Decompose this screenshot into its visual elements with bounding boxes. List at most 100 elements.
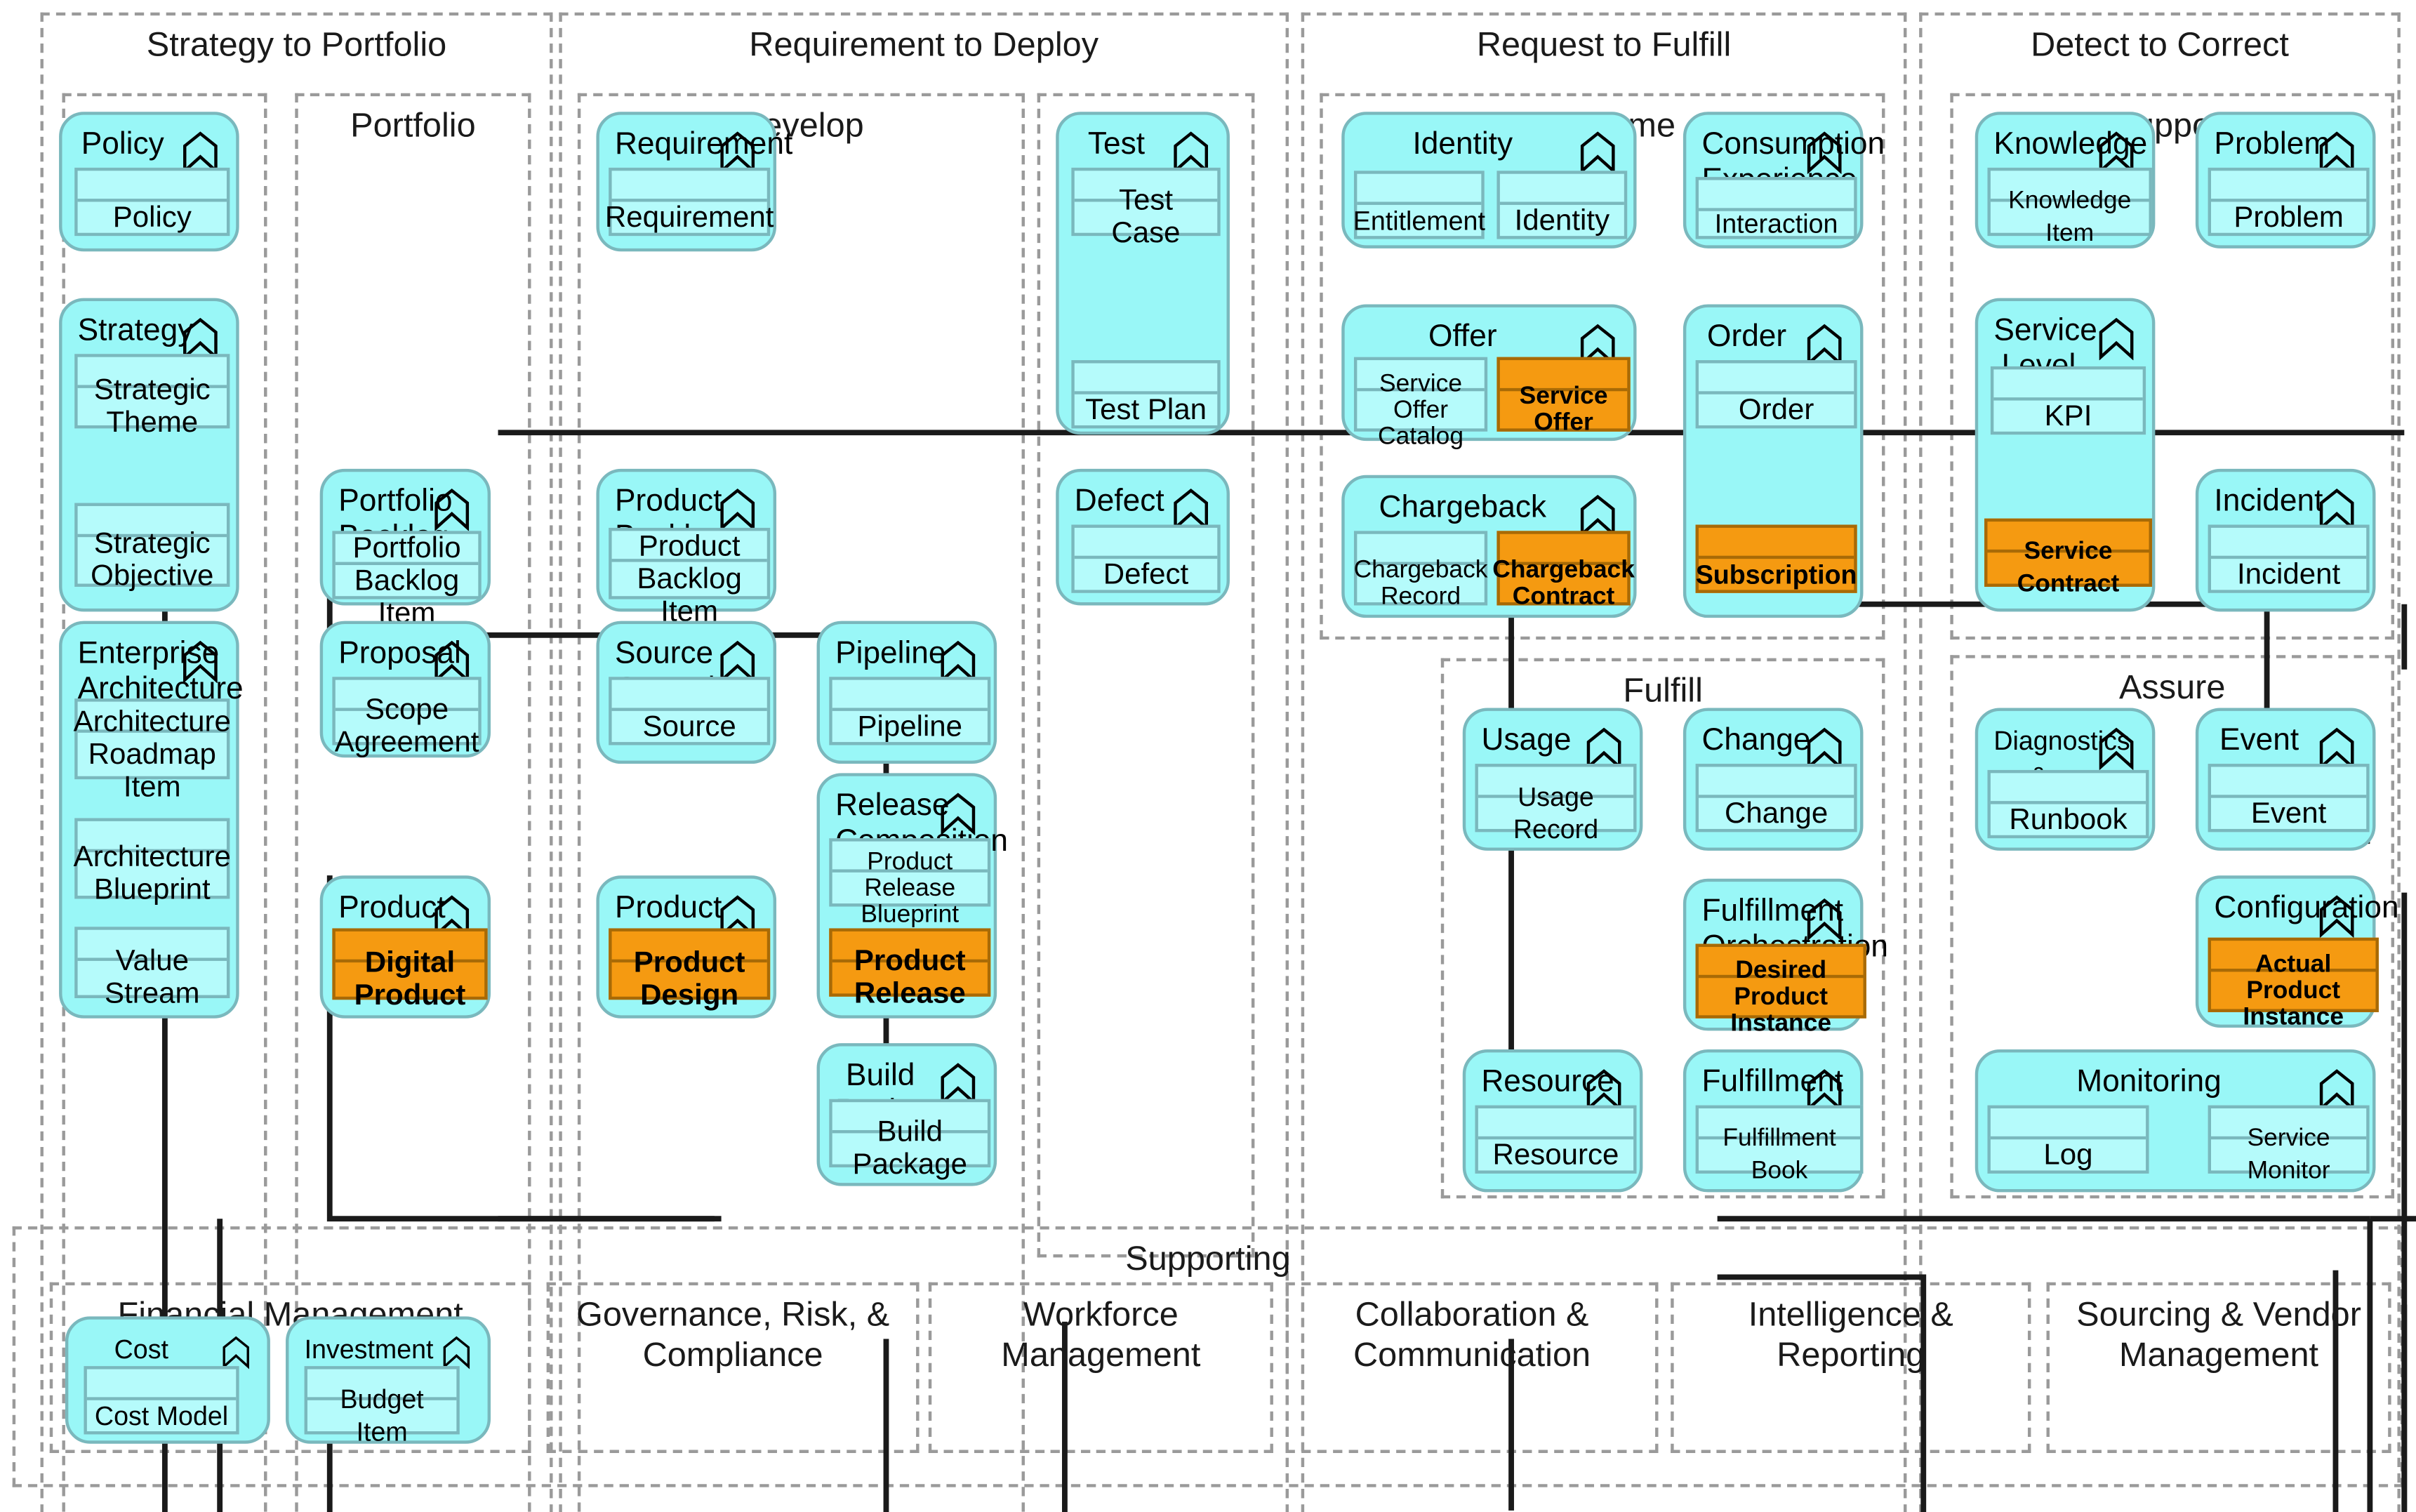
group-monitoring[interactable]: Monitoring Log Service Monitor bbox=[1974, 1049, 2376, 1193]
group-enterprise-architecture[interactable]: Enterprise Architecture Architecture Roa… bbox=[59, 621, 244, 1019]
group-product-backlog[interactable]: Product Backlog Product Backlog Item bbox=[596, 468, 777, 628]
item-chargeback-record[interactable]: Chargeback Record bbox=[1354, 531, 1487, 610]
group-cost-modeling[interactable]: Cost Modeling Cost Model bbox=[65, 1316, 270, 1444]
item-kpi[interactable]: KPI bbox=[1990, 366, 2146, 435]
group-product-portfolio[interactable]: Product Portfolio Digital Product bbox=[319, 875, 491, 1019]
item-actual-product-instance[interactable]: Actual Product Instance bbox=[2208, 937, 2379, 1030]
group-fulfillment[interactable]: Fulfillment Fulfillment Book bbox=[1682, 1049, 1864, 1193]
item-problem[interactable]: Problem bbox=[2208, 167, 2370, 237]
item-portfolio-backlog-item[interactable]: Portfolio Backlog Item bbox=[332, 531, 482, 630]
item-service-monitor[interactable]: Service Monitor bbox=[2208, 1105, 2370, 1184]
group-diagnostics-remediation[interactable]: Diagnostics & Remediation Runbook bbox=[1974, 708, 2156, 851]
item-header-bar bbox=[611, 171, 767, 202]
group-problem[interactable]: Problem Problem bbox=[2195, 112, 2376, 248]
group-source-control[interactable]: Source Control Source bbox=[596, 621, 777, 764]
item-resource[interactable]: Resource bbox=[1475, 1105, 1637, 1174]
item-label: Value Stream bbox=[105, 945, 200, 1011]
group-resource[interactable]: Resource Resource bbox=[1462, 1049, 1643, 1193]
item-policy[interactable]: Policy bbox=[74, 167, 230, 237]
group-service-level[interactable]: Service Level KPI Service Contract bbox=[1974, 298, 2156, 612]
sub-lane-title: Workforce Management bbox=[1001, 1294, 1201, 1374]
item-label: KPI bbox=[2044, 399, 2092, 432]
group-investment[interactable]: Investment Budget Item bbox=[286, 1316, 491, 1447]
lane-title: Requirement to Deploy bbox=[749, 25, 1099, 64]
group-incident[interactable]: Incident Incident bbox=[2195, 468, 2376, 612]
item-product-design[interactable]: Product Design bbox=[609, 928, 771, 1012]
item-fulfillment-book[interactable]: Fulfillment Book bbox=[1695, 1105, 1864, 1184]
item-change[interactable]: Change bbox=[1695, 764, 1857, 833]
group-identity[interactable]: Identity Entitlement Identity bbox=[1341, 112, 1637, 248]
item-architecture-roadmap-item[interactable]: Architecture Roadmap Item bbox=[73, 698, 231, 804]
group-configuration[interactable]: Configuration Actual Product Instance bbox=[2195, 875, 2399, 1030]
item-budget-item[interactable]: Budget Item bbox=[304, 1366, 460, 1447]
group-requirement[interactable]: Requirement Requirement bbox=[596, 112, 792, 252]
item-pipeline[interactable]: Pipeline bbox=[829, 677, 991, 745]
item-interaction[interactable]: Interaction bbox=[1695, 177, 1857, 239]
item-chargeback-contract[interactable]: Chargeback Contract bbox=[1492, 531, 1635, 610]
item-product-release[interactable]: Product Release bbox=[829, 928, 991, 1011]
item-product-backlog-item[interactable]: Product Backlog Item bbox=[609, 527, 771, 628]
item-header-bar bbox=[1699, 528, 1854, 559]
group-test[interactable]: Test Test Case Test Plan bbox=[1056, 112, 1230, 435]
item-subscription[interactable]: Subscription bbox=[1695, 524, 1857, 593]
group-proposal[interactable]: Proposal Scope Agreement bbox=[319, 621, 491, 759]
item-label: Architecture Roadmap Item bbox=[73, 705, 231, 804]
item-incident[interactable]: Incident bbox=[2208, 524, 2370, 593]
item-entitlement[interactable]: Entitlement bbox=[1353, 171, 1485, 239]
group-chargeback[interactable]: Chargeback Chargeback Record Chargeback … bbox=[1341, 475, 1637, 618]
item-label: Test Plan bbox=[1085, 393, 1207, 427]
item-build-package[interactable]: Build Package bbox=[829, 1099, 991, 1181]
item-service-offer[interactable]: Service Offer bbox=[1496, 357, 1631, 436]
item-defect[interactable]: Defect bbox=[1071, 524, 1221, 593]
item-strategic-theme[interactable]: Strategic Theme bbox=[74, 354, 230, 439]
item-service-contract[interactable]: Service Contract bbox=[1984, 518, 2152, 597]
item-service-offer-catalog[interactable]: Service Offer Catalog bbox=[1353, 357, 1488, 449]
item-digital-product[interactable]: Digital Product bbox=[332, 928, 488, 1012]
group-policy[interactable]: Policy Policy bbox=[59, 112, 239, 252]
group-release-composition[interactable]: Release Composition Product Release Blue… bbox=[816, 773, 1008, 1019]
item-knowledge-item[interactable]: Knowledge Item bbox=[1987, 167, 2152, 247]
group-order[interactable]: Order Order Subscription bbox=[1682, 304, 1864, 618]
group-title: Usage bbox=[1481, 723, 1572, 758]
item-label: Product Backlog Item bbox=[637, 530, 742, 628]
group-title: Enterprise Architecture bbox=[77, 636, 244, 707]
item-scope-agreement[interactable]: Scope Agreement bbox=[332, 677, 482, 759]
group-build-package[interactable]: Build Package Build Package bbox=[816, 1043, 997, 1186]
item-cost-model[interactable]: Cost Model bbox=[84, 1366, 239, 1435]
item-source[interactable]: Source bbox=[609, 677, 771, 745]
item-label: Incident bbox=[2236, 558, 2341, 591]
group-knowledge[interactable]: Knowledge Knowledge Item bbox=[1974, 112, 2156, 248]
group-portfolio-backlog[interactable]: Portfolio Backlog Portfolio Backlog Item bbox=[319, 468, 491, 630]
item-requirement[interactable]: Requirement bbox=[605, 167, 774, 237]
item-identity[interactable]: Identity bbox=[1496, 171, 1628, 239]
item-test-plan[interactable]: Test Plan bbox=[1071, 360, 1221, 429]
item-header-bar bbox=[1499, 174, 1624, 205]
sub-lane-title: Intelligence & Reporting bbox=[1748, 1294, 1953, 1374]
item-desired-product-instance[interactable]: Desired Product Instance bbox=[1695, 943, 1866, 1036]
chevron-up-icon bbox=[2099, 317, 2134, 361]
item-order[interactable]: Order bbox=[1695, 360, 1857, 429]
group-fulfillment-orchestration[interactable]: Fulfillment Orchestration Desired Produc… bbox=[1682, 878, 1888, 1036]
item-test-case[interactable]: Test Case bbox=[1071, 167, 1221, 250]
group-strategy[interactable]: Strategy Strategic Theme Strategic Objec… bbox=[59, 298, 239, 612]
item-strategic-objective[interactable]: Strategic Objective bbox=[74, 503, 230, 593]
group-defect[interactable]: Defect Defect bbox=[1056, 468, 1230, 606]
item-runbook[interactable]: Runbook bbox=[1987, 769, 2149, 839]
group-usage[interactable]: Usage Usage Record bbox=[1462, 708, 1643, 851]
group-product-design[interactable]: Product Design Product Design bbox=[596, 875, 777, 1019]
chevron-up-icon bbox=[223, 1336, 249, 1370]
item-header-bar bbox=[1699, 363, 1854, 394]
item-usage-record[interactable]: Usage Record bbox=[1475, 764, 1637, 844]
chevron-up-icon bbox=[2099, 727, 2134, 770]
group-offer[interactable]: Offer Service Offer Catalog Service Offe… bbox=[1341, 304, 1637, 449]
group-consumption-experience[interactable]: Consumption Experience Interaction bbox=[1682, 112, 1885, 248]
item-value-stream[interactable]: Value Stream bbox=[74, 927, 230, 1011]
item-architecture-blueprint[interactable]: Architecture Blueprint bbox=[74, 818, 231, 907]
group-event[interactable]: Event Event bbox=[2195, 708, 2376, 851]
item-event[interactable]: Event bbox=[2208, 764, 2370, 833]
item-label: Product Release Blueprint bbox=[861, 848, 960, 928]
item-log[interactable]: Log bbox=[1987, 1105, 2149, 1174]
group-change[interactable]: Change Change bbox=[1682, 708, 1864, 851]
item-product-release-blueprint[interactable]: Product Release Blueprint bbox=[829, 838, 991, 928]
group-pipeline[interactable]: Pipeline Pipeline bbox=[816, 621, 997, 764]
